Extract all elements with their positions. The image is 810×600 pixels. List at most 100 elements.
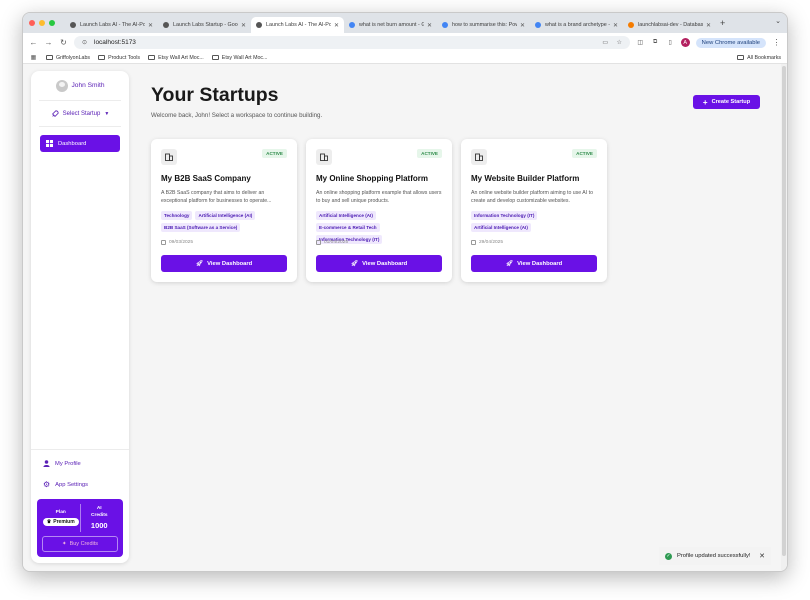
plan-info: Plan ♛ Premium: [42, 504, 80, 532]
person-icon: [43, 460, 50, 467]
browser-tab[interactable]: Launch Labs Startup - Googl ✕: [158, 17, 251, 33]
browser-tab[interactable]: what is net burn amount - Go ✕: [344, 17, 437, 33]
favicon-icon: [442, 22, 448, 28]
sidepanel-icon[interactable]: ▯: [666, 39, 675, 46]
bookmark-item[interactable]: Etsy Wall Art Moc...: [148, 55, 204, 61]
close-tab-icon[interactable]: ✕: [427, 22, 432, 29]
maximize-window-button[interactable]: [49, 20, 55, 26]
industry-tag: E-commerce & Retail Tech: [316, 223, 380, 232]
calendar-icon: [161, 240, 166, 245]
sidebar-item-dashboard[interactable]: Dashboard: [40, 135, 120, 152]
startup-card[interactable]: ACTIVE My Website Builder Platform An onli…: [461, 139, 607, 282]
url-text[interactable]: localhost:5173: [94, 39, 596, 46]
tab-search-icon[interactable]: ⌄: [775, 17, 781, 25]
industry-tag: Information Technology (IT): [471, 211, 538, 220]
site-info-icon[interactable]: ⊙: [80, 39, 89, 46]
close-tab-icon[interactable]: ✕: [241, 22, 246, 29]
close-tab-icon[interactable]: ✕: [334, 22, 339, 29]
card-description: An online website builder platform aimin…: [471, 190, 593, 205]
tab-title: what is net burn amount - Go: [359, 22, 424, 28]
new-chrome-available-button[interactable]: New Chrome available: [695, 37, 766, 48]
bookmark-item[interactable]: Etsy Wall Art Moc...: [211, 55, 268, 61]
scrollbar-thumb[interactable]: [782, 66, 786, 556]
apps-grid-icon[interactable]: ▦: [29, 54, 38, 61]
folder-icon: [148, 55, 156, 60]
back-icon[interactable]: ←: [29, 38, 38, 47]
browser-tab[interactable]: Launch Labs AI - The AI-Pow ✕: [251, 17, 344, 33]
folder-icon: [46, 55, 53, 60]
browser-tab[interactable]: what is a brand archetype - G ✕: [530, 17, 623, 33]
forward-icon[interactable]: →: [44, 38, 53, 47]
page-title: Your Startups: [151, 84, 279, 106]
address-bar[interactable]: ⊙ localhost:5173 ▭ ☆: [74, 36, 630, 49]
industry-tag: B2B SaaS (Software as a Service): [161, 223, 241, 232]
new-tab-icon[interactable]: +: [720, 18, 725, 28]
plan-badge: ♛ Premium: [42, 518, 79, 527]
tab-bar: Launch Labs AI - The AI-Pow ✕ Launch Labs …: [23, 13, 787, 33]
view-dashboard-button[interactable]: 🚀︎ View Dashboard: [471, 255, 597, 272]
bookmark-star-icon[interactable]: ☆: [615, 39, 624, 46]
industry-tag: Artificial Intelligence (AI): [316, 211, 376, 220]
favicon-icon: [349, 22, 355, 28]
favicon-icon: [256, 22, 262, 28]
user-profile-header[interactable]: John Smith: [39, 71, 121, 101]
gear-icon: ⚙: [43, 480, 51, 489]
buy-credits-button[interactable]: ✦ Buy Credits: [42, 536, 118, 552]
browser-tab[interactable]: how to summarise this: Powe ✕: [437, 17, 530, 33]
card-date: 01/04/2025: [316, 240, 348, 245]
close-tab-icon[interactable]: ✕: [706, 22, 711, 29]
startup-card[interactable]: ACTIVE My B2B SaaS Company A B2B SaaS comp…: [151, 139, 297, 282]
sidebar-item-my-profile[interactable]: My Profile: [31, 453, 129, 474]
credits-label: AI Credits: [90, 506, 108, 518]
bookmark-item[interactable]: Product Tools: [98, 55, 140, 61]
premium-icon: ♛: [46, 519, 52, 526]
chrome-menu-icon[interactable]: ⋮: [772, 38, 781, 47]
page-scrollbar[interactable]: [781, 64, 787, 571]
status-badge: ACTIVE: [262, 149, 287, 158]
favicon-icon: [163, 22, 169, 28]
view-dashboard-button[interactable]: 🚀︎ View Dashboard: [316, 255, 442, 272]
startup-card[interactable]: ACTIVE My Online Shopping Platform An onli…: [306, 139, 452, 282]
card-date: 29/04/2025: [471, 240, 503, 245]
user-name: John Smith: [71, 82, 105, 89]
dashboard-grid-icon: [46, 140, 53, 147]
browser-tab[interactable]: Launch Labs AI - The AI-Pow ✕: [65, 17, 158, 33]
puzzle-icon[interactable]: ⧉: [651, 39, 660, 46]
status-badge: ACTIVE: [572, 149, 597, 158]
browser-tab[interactable]: launchlabsai-dev - Database ✕: [623, 17, 716, 33]
reload-icon[interactable]: ↻: [59, 38, 68, 47]
extension-icon[interactable]: ◫: [636, 39, 645, 46]
close-icon[interactable]: ✕: [759, 552, 765, 560]
close-tab-icon[interactable]: ✕: [613, 22, 618, 29]
building-icon: [471, 149, 487, 165]
status-badge: ACTIVE: [417, 149, 442, 158]
close-tab-icon[interactable]: ✕: [148, 22, 153, 29]
favicon-icon: [535, 22, 541, 28]
create-startup-button[interactable]: + Create Startup: [693, 95, 760, 109]
close-window-button[interactable]: [29, 20, 35, 26]
bookmark-item[interactable]: GriffolyonLabs: [46, 55, 90, 61]
profile-avatar[interactable]: A: [680, 38, 690, 47]
sidebar-item-app-settings[interactable]: ⚙ App Settings: [31, 474, 129, 495]
rocket-icon: 🚀︎: [195, 260, 204, 267]
calendar-icon: [316, 240, 321, 245]
toast-notification: ✓ Profile updated successfully! ✕: [659, 547, 771, 565]
sidebar-item-label: Dashboard: [58, 140, 87, 147]
card-date: 09/03/2025: [161, 240, 193, 245]
view-dashboard-button[interactable]: 🚀︎ View Dashboard: [161, 255, 287, 272]
all-bookmarks-button[interactable]: All Bookmarks: [737, 55, 781, 61]
sidebar-item-label: App Settings: [55, 481, 89, 488]
industry-tag: Technology: [161, 211, 193, 220]
credits-value: 1000: [90, 520, 108, 530]
cast-icon[interactable]: ▭: [601, 39, 610, 46]
sparkle-icon: ✦: [61, 541, 67, 547]
close-tab-icon[interactable]: ✕: [520, 22, 525, 29]
check-circle-icon: ✓: [665, 552, 672, 560]
select-startup-dropdown[interactable]: Select Startup ▼: [39, 101, 121, 127]
plan-credits-card: Plan ♛ Premium AI Credits 1000 ✦ Buy Credi…: [37, 499, 123, 557]
tab-title: launchlabsai-dev - Database: [638, 22, 703, 28]
tab-title: what is a brand archetype - G: [545, 22, 610, 28]
plan-label: Plan: [55, 509, 66, 515]
sidebar-footer: My Profile ⚙ App Settings Plan ♛ Premium …: [31, 449, 129, 563]
minimize-window-button[interactable]: [39, 20, 45, 26]
